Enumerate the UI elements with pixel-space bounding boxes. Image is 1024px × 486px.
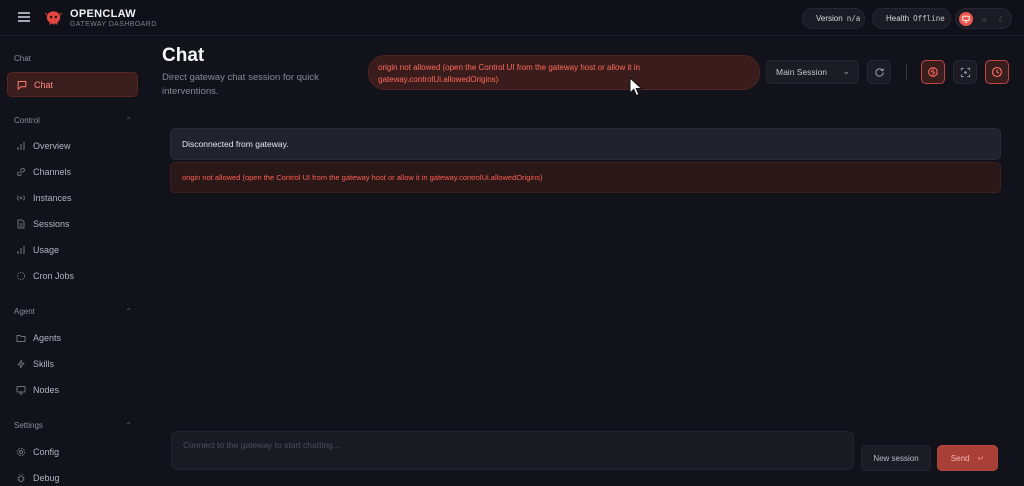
enter-key-icon: ↵ bbox=[977, 453, 985, 463]
section-control[interactable]: Control ⌃ bbox=[14, 116, 132, 125]
send-button-label: Send bbox=[950, 453, 970, 463]
message-square-icon bbox=[17, 80, 27, 90]
origin-error-banner: origin not allowed (open the Control UI … bbox=[368, 55, 760, 90]
focus-mode-button[interactable] bbox=[953, 60, 977, 84]
focus-icon bbox=[960, 67, 970, 77]
history-button[interactable] bbox=[985, 60, 1009, 84]
sidebar-item-config[interactable]: Config bbox=[7, 439, 138, 464]
refresh-button[interactable] bbox=[867, 60, 891, 84]
sidebar-item-overview[interactable]: Overview bbox=[7, 133, 138, 158]
sidebar-item-nodes[interactable]: Nodes bbox=[7, 377, 138, 402]
sidebar-item-label: Cron Jobs bbox=[33, 270, 75, 281]
sidebar-item-label: Overview bbox=[33, 140, 71, 151]
section-chat-label: Chat bbox=[14, 54, 31, 63]
section-control-label: Control bbox=[14, 116, 40, 125]
new-session-button[interactable]: New session bbox=[861, 445, 931, 471]
health-value: Offline bbox=[913, 14, 945, 23]
section-settings[interactable]: Settings ⌃ bbox=[14, 421, 132, 430]
sidebar-item-label: Config bbox=[33, 446, 60, 457]
sidebar-item-skills[interactable]: Skills bbox=[7, 351, 138, 376]
monitor-icon bbox=[16, 385, 26, 395]
file-text-icon bbox=[16, 219, 26, 229]
zap-icon bbox=[16, 359, 26, 369]
sidebar-item-sessions[interactable]: Sessions bbox=[7, 211, 138, 236]
sidebar-item-label: Sessions bbox=[33, 218, 70, 229]
refresh-icon bbox=[874, 67, 884, 77]
section-settings-label: Settings bbox=[14, 421, 43, 430]
sidebar-item-label: Usage bbox=[33, 244, 60, 255]
loader-icon bbox=[16, 271, 26, 281]
brand: OPENCLAW GATEWAY DASHBOARD bbox=[70, 9, 157, 29]
sidebar-item-usage[interactable]: Usage bbox=[7, 237, 138, 262]
chevron-up-icon: ⌃ bbox=[125, 421, 132, 430]
mouse-cursor-icon bbox=[629, 77, 643, 97]
version-pill: Version n/a bbox=[802, 8, 865, 29]
openclaw-logo bbox=[44, 11, 63, 26]
clock-icon bbox=[991, 66, 1003, 78]
link-icon bbox=[16, 167, 26, 177]
sidebar-item-debug[interactable]: Debug bbox=[7, 465, 138, 486]
send-button[interactable]: Send ↵ bbox=[937, 445, 998, 471]
folder-icon bbox=[16, 333, 26, 343]
sidebar-item-label: Channels bbox=[33, 166, 72, 177]
toolbar-divider bbox=[906, 65, 907, 79]
sidebar-item-chat[interactable]: Chat bbox=[7, 72, 138, 97]
session-select-value: Main Session bbox=[776, 67, 828, 77]
sun-icon[interactable]: ☼ bbox=[977, 12, 991, 26]
gear-icon bbox=[16, 447, 26, 457]
menu-icon[interactable] bbox=[18, 12, 30, 22]
sidebar-item-cron-jobs[interactable]: Cron Jobs bbox=[7, 263, 138, 288]
sidebar-item-label: Chat bbox=[34, 79, 54, 90]
bug-icon bbox=[16, 473, 26, 483]
brain-icon bbox=[928, 67, 938, 77]
system-theme-icon[interactable] bbox=[959, 12, 973, 26]
sidebar-item-instances[interactable]: Instances bbox=[7, 185, 138, 210]
version-label: Version bbox=[816, 14, 843, 23]
version-value: n/a bbox=[846, 14, 861, 23]
chevron-up-icon: ⌃ bbox=[125, 116, 132, 125]
bar-chart-icon bbox=[16, 245, 26, 255]
sidebar-item-label: Agents bbox=[33, 332, 62, 343]
session-select[interactable]: Main Session ⌄ bbox=[766, 60, 859, 84]
section-agent[interactable]: Agent ⌃ bbox=[14, 307, 132, 316]
health-pill: Health Offline bbox=[872, 8, 951, 29]
brand-title: OPENCLAW bbox=[70, 8, 136, 20]
sidebar-item-channels[interactable]: Channels bbox=[7, 159, 138, 184]
sidebar-item-label: Nodes bbox=[33, 384, 60, 395]
radio-icon bbox=[16, 193, 26, 203]
chevron-down-icon: ⌄ bbox=[842, 66, 850, 76]
error-message: origin not allowed (open the Control UI … bbox=[170, 162, 1001, 193]
health-label: Health bbox=[886, 14, 910, 23]
section-agent-label: Agent bbox=[14, 307, 35, 316]
thinking-toggle-button[interactable] bbox=[921, 60, 945, 84]
sidebar-item-label: Instances bbox=[33, 192, 72, 203]
moon-icon[interactable]: ☾ bbox=[995, 12, 1009, 26]
sidebar-item-label: Debug bbox=[33, 472, 60, 483]
sidebar-item-label: Skills bbox=[33, 358, 55, 369]
sidebar-item-agents[interactable]: Agents bbox=[7, 325, 138, 350]
sidebar: Chat Chat Control ⌃ Overview Channels In… bbox=[0, 36, 146, 486]
section-chat[interactable]: Chat bbox=[14, 54, 132, 63]
connection-status-message: Disconnected from gateway. bbox=[170, 128, 1001, 160]
top-bar: OPENCLAW GATEWAY DASHBOARD Version n/a H… bbox=[0, 0, 1024, 36]
chevron-up-icon: ⌃ bbox=[125, 307, 132, 316]
bar-chart-icon bbox=[16, 141, 26, 151]
brand-subtitle: GATEWAY DASHBOARD bbox=[70, 21, 157, 28]
page-subtitle: Direct gateway chat session for quick in… bbox=[162, 72, 319, 97]
page-title: Chat bbox=[162, 45, 205, 66]
theme-toggle: ☼ ☾ bbox=[955, 8, 1012, 29]
message-input[interactable] bbox=[171, 431, 854, 470]
